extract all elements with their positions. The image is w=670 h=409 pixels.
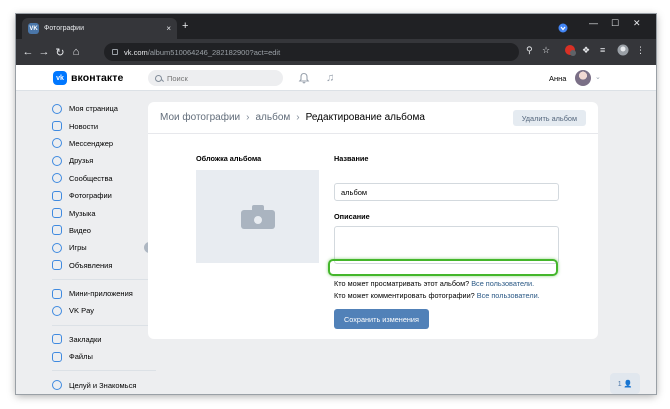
apps-icon bbox=[52, 288, 62, 299]
sidebar-item-games[interactable]: Игры3 bbox=[52, 239, 162, 256]
sidebar-item-news[interactable]: Новости bbox=[52, 117, 162, 134]
bookmark-star-icon[interactable]: ☆ bbox=[542, 45, 550, 56]
close-window-icon[interactable]: ✕ bbox=[633, 18, 641, 29]
breadcrumb-separator: › bbox=[296, 112, 300, 123]
video-icon bbox=[52, 225, 62, 236]
url-host: vk.com bbox=[124, 47, 148, 57]
camera-icon bbox=[240, 204, 275, 229]
comment-privacy-question: Кто может комментировать фотографии? bbox=[334, 291, 475, 300]
album-cover-placeholder[interactable] bbox=[196, 170, 319, 263]
notifications-bell-icon[interactable] bbox=[298, 72, 310, 87]
key-icon[interactable]: ⚲ bbox=[526, 45, 533, 56]
lock-icon bbox=[112, 49, 118, 55]
newspaper-icon bbox=[52, 121, 62, 132]
breadcrumb-my-photos[interactable]: Мои фотографии bbox=[160, 112, 240, 123]
back-icon[interactable]: ← bbox=[20, 46, 36, 58]
browser-toolbar: ← → ↻ ⌂ vk.com/album510064246_282182900?… bbox=[16, 39, 656, 65]
extensions-puzzle-icon[interactable]: ❖ bbox=[582, 45, 590, 56]
sidebar-item-bookmarks[interactable]: Закладки bbox=[52, 331, 162, 348]
vkpay-icon bbox=[52, 305, 62, 316]
delete-album-button[interactable]: Удалить альбом bbox=[512, 110, 586, 126]
vk-favicon-icon: VK bbox=[28, 23, 39, 34]
browser-window: VK Фотографии × + — ☐ ✕ ← → ↻ ⌂ vk.com/a… bbox=[16, 14, 656, 394]
gamepad-icon bbox=[52, 242, 62, 253]
tab-close-icon[interactable]: × bbox=[166, 24, 171, 33]
new-tab-button[interactable]: + bbox=[182, 20, 188, 32]
search-box[interactable] bbox=[148, 70, 283, 86]
group-icon bbox=[52, 380, 62, 391]
vk-logo-icon[interactable]: vk bbox=[53, 71, 67, 85]
sidebar-item-photos[interactable]: Фотографии bbox=[52, 187, 162, 204]
tab-title: Фотографии bbox=[44, 25, 85, 32]
comment-privacy-row: Кто может комментировать фотографии? Все… bbox=[334, 291, 540, 300]
sidebar-item-classifieds[interactable]: Объявления bbox=[52, 257, 162, 274]
breadcrumb: Мои фотографии › альбом › Редактирование… bbox=[160, 112, 425, 123]
user-name[interactable]: Анна bbox=[549, 74, 566, 83]
name-label: Название bbox=[334, 154, 369, 163]
save-changes-button[interactable]: Сохранить изменения bbox=[334, 309, 429, 329]
vk-header: vk вконтакте ♫ Анна ⌄ bbox=[16, 65, 656, 91]
sidebar-divider bbox=[52, 324, 156, 326]
sidebar-item-video[interactable]: Видео bbox=[52, 222, 162, 239]
tab-strip: VK Фотографии × + — ☐ ✕ bbox=[16, 14, 656, 39]
music-note-icon[interactable]: ♫ bbox=[326, 72, 334, 84]
album-edit-form: Обложка альбома Название Описание Кто мо… bbox=[148, 134, 598, 339]
sidebar-item-mini-apps[interactable]: Мини-приложения bbox=[52, 285, 162, 302]
sidebar-item-group[interactable]: Целуй и Знакомься bbox=[52, 376, 162, 393]
forward-icon[interactable]: → bbox=[36, 46, 52, 58]
chat-chip[interactable]: 1 👤 bbox=[610, 373, 640, 394]
breadcrumb-album[interactable]: альбом bbox=[255, 112, 290, 123]
view-privacy-link[interactable]: Все пользователи. bbox=[471, 279, 534, 288]
breadcrumb-current: Редактирование альбома bbox=[305, 112, 425, 123]
sidebar-item-communities[interactable]: Сообщества bbox=[52, 170, 162, 187]
extension-badge-icon[interactable] bbox=[564, 44, 576, 58]
breadcrumb-separator: › bbox=[246, 112, 250, 123]
sidebar-item-my-page[interactable]: Моя страница bbox=[52, 100, 162, 117]
friends-icon bbox=[52, 155, 62, 166]
reload-icon[interactable]: ↻ bbox=[52, 46, 68, 59]
chevron-down-icon[interactable]: ⌄ bbox=[595, 73, 601, 81]
user-circle-icon bbox=[52, 103, 62, 114]
message-icon bbox=[52, 138, 62, 149]
address-bar[interactable]: vk.com/album510064246_282182900?act=edit bbox=[104, 43, 519, 61]
star-icon bbox=[52, 334, 62, 345]
comment-privacy-link[interactable]: Все пользователи. bbox=[477, 291, 540, 300]
sidebar-item-friends[interactable]: Друзья bbox=[52, 152, 162, 169]
search-input[interactable] bbox=[167, 73, 267, 83]
browser-tab[interactable]: VK Фотографии × bbox=[22, 18, 177, 39]
photo-icon bbox=[52, 190, 62, 201]
album-name-input[interactable] bbox=[334, 183, 559, 201]
profile-avatar-icon[interactable] bbox=[617, 44, 629, 58]
description-label: Описание bbox=[334, 212, 370, 221]
home-icon[interactable]: ⌂ bbox=[68, 46, 84, 58]
file-icon bbox=[52, 351, 62, 362]
search-icon bbox=[155, 74, 162, 82]
menu-kebab-icon[interactable]: ⋮ bbox=[636, 45, 645, 56]
sidebar-divider bbox=[52, 278, 156, 280]
url-path: /album510064246_282182900?act=edit bbox=[147, 47, 281, 57]
classifieds-icon bbox=[52, 260, 62, 271]
media-queue-icon[interactable]: ≡ bbox=[600, 45, 605, 55]
sidebar-item-files[interactable]: Файлы bbox=[52, 348, 162, 365]
view-privacy-question: Кто может просматривать этот альбом? bbox=[334, 279, 470, 288]
sidebar-item-vk-pay[interactable]: VK Pay bbox=[52, 302, 162, 319]
sidebar-item-messenger[interactable]: Мессенджер bbox=[52, 135, 162, 152]
profile-dot-icon[interactable] bbox=[558, 20, 568, 33]
maximize-icon[interactable]: ☐ bbox=[611, 18, 619, 29]
groups-icon bbox=[52, 173, 62, 184]
sidebar-item-music[interactable]: Музыка bbox=[52, 204, 162, 221]
album-edit-header: Мои фотографии › альбом › Редактирование… bbox=[148, 102, 598, 134]
user-avatar[interactable] bbox=[575, 70, 591, 86]
cover-label: Обложка альбома bbox=[196, 154, 262, 163]
vk-brand-name[interactable]: вконтакте bbox=[71, 72, 123, 84]
music-icon bbox=[52, 208, 62, 219]
highlight-annotation bbox=[328, 259, 558, 276]
left-sidebar: Моя страница Новости Мессенджер Друзья С… bbox=[52, 100, 162, 394]
minimize-icon[interactable]: — bbox=[589, 18, 598, 28]
sidebar-divider bbox=[52, 370, 156, 372]
view-privacy-row: Кто может просматривать этот альбом? Все… bbox=[334, 279, 534, 288]
